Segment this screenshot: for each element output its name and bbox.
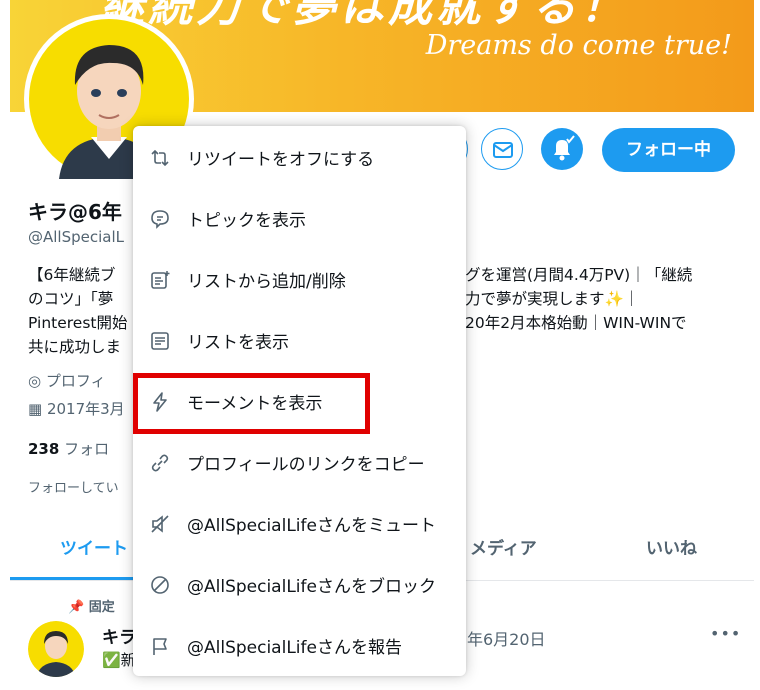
list-icon xyxy=(149,330,171,352)
banner-subtitle: Dreams do come true! xyxy=(425,30,732,61)
menu-item-mute[interactable]: @AllSpecialLifeさんをミュート xyxy=(133,493,466,554)
mail-icon xyxy=(493,142,513,158)
menu-item-add-remove-lists[interactable]: リストから追加/削除 xyxy=(133,249,466,310)
tab-media[interactable]: メディア xyxy=(470,534,537,559)
tab-tweets[interactable]: ツイート xyxy=(60,534,128,559)
following-stat[interactable]: 238 フォロ xyxy=(28,438,109,459)
menu-item-view-lists[interactable]: リストを表示 xyxy=(133,310,466,371)
bio-line-1-right: グを運営(月間4.4万PV)｜「継続 xyxy=(465,266,693,284)
bio-line-3-right: 20年2月本格始動｜WIN-WINで xyxy=(465,314,687,332)
bio-line-4-left: 共に成功しま xyxy=(28,338,122,356)
list-add-icon xyxy=(149,269,171,291)
message-button[interactable] xyxy=(481,128,523,170)
tweet-more-icon[interactable]: ••• xyxy=(710,624,741,643)
menu-item-turn-off-retweets[interactable]: リツイートをオフにする xyxy=(133,127,466,188)
tweet-avatar[interactable] xyxy=(28,621,84,677)
pin-icon: 📌 xyxy=(68,600,85,615)
notifications-button[interactable] xyxy=(541,128,583,170)
tweet-text-start: ✅新 xyxy=(102,651,136,669)
pinned-tweet-label: 📌 固定 xyxy=(68,600,115,615)
following-button[interactable]: フォロー中 xyxy=(602,128,735,172)
link-icon xyxy=(149,452,171,474)
mute-icon xyxy=(149,513,171,535)
menu-item-report[interactable]: @AllSpecialLifeさんを報告 xyxy=(133,615,466,676)
tweet-date[interactable]: 年6月20日 xyxy=(467,626,546,650)
report-flag-icon xyxy=(149,635,171,657)
bio-line-1-left: 【6年継続ブ xyxy=(28,266,116,284)
followed-by-text[interactable]: フォローしてい xyxy=(28,477,119,496)
profile-name: キラ@6年 xyxy=(28,200,122,224)
bio-line-2-left: のコツ」「夢 xyxy=(28,290,114,308)
bell-check-icon xyxy=(554,135,575,161)
menu-item-copy-profile-link[interactable]: プロフィールのリンクをコピー xyxy=(133,432,466,493)
tweet-author[interactable]: キラ xyxy=(102,623,136,648)
menu-item-view-topics[interactable]: トピックを表示 xyxy=(133,188,466,249)
retweet-icon xyxy=(149,147,171,169)
block-icon xyxy=(149,574,171,596)
location-pin-icon: ◎ xyxy=(28,372,42,390)
tab-likes[interactable]: いいね xyxy=(646,534,697,559)
topic-icon xyxy=(149,208,171,230)
calendar-icon: ▦ xyxy=(28,400,43,418)
bio-line-3-left: Pinterest開始 xyxy=(28,314,128,332)
menu-item-block[interactable]: @AllSpecialLifeさんをブロック xyxy=(133,554,466,615)
profile-location: ◎ プロフィ xyxy=(28,372,106,390)
profile-joined: ▦ 2017年3月 xyxy=(28,400,125,418)
highlight-box xyxy=(133,373,370,434)
profile-handle: @AllSpecialL xyxy=(28,228,124,246)
bio-line-2-right: 力で夢が実現します✨｜ xyxy=(465,290,640,308)
